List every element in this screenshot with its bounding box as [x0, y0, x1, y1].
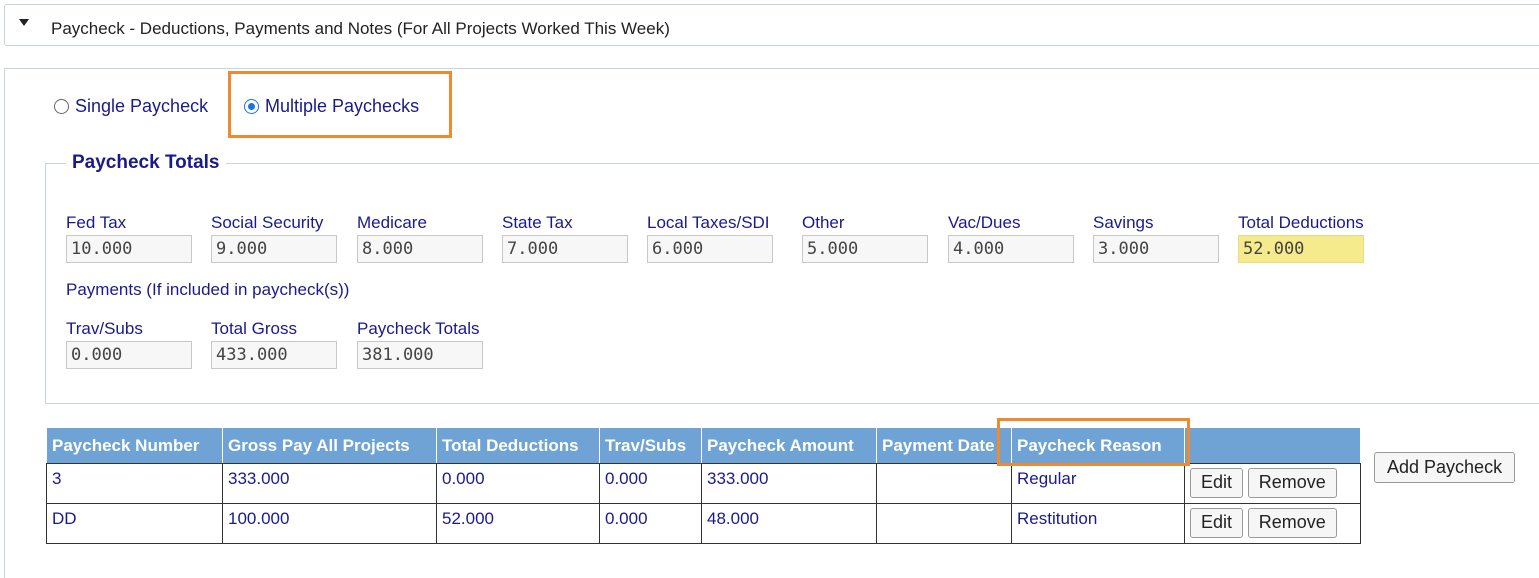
edit-button[interactable]: Edit — [1190, 508, 1244, 538]
local-taxes-label: Local Taxes/SDI — [647, 213, 770, 232]
multiple-paychecks-label: Multiple Paychecks — [265, 96, 420, 116]
radio-checked-icon[interactable] — [244, 99, 259, 114]
cell-trav-subs: 0.000 — [599, 463, 702, 504]
table-row: 3 333.000 0.000 0.000 333.000 Regular Ed… — [46, 463, 1361, 504]
multiple-paychecks-radio[interactable]: Multiple Paychecks — [244, 96, 419, 117]
table-row: DD 100.000 52.000 0.000 48.000 Restituti… — [46, 503, 1361, 544]
cell-trav-subs: 0.000 — [599, 503, 702, 544]
cell-actions: Edit Remove — [1184, 503, 1361, 544]
cell-gross-pay: 333.000 — [222, 463, 437, 504]
trav-subs-field: Trav/Subs — [66, 319, 192, 369]
cell-total-deductions: 52.000 — [436, 503, 600, 544]
social-security-label: Social Security — [211, 213, 324, 232]
total-gross-input[interactable] — [211, 341, 337, 369]
col-payment-date: Payment Date — [876, 427, 1012, 464]
remove-button[interactable]: Remove — [1247, 508, 1337, 538]
total-deductions-field: Total Deductions — [1238, 213, 1364, 263]
cell-paycheck-reason: Restitution — [1011, 503, 1185, 544]
radio-unchecked-icon[interactable] — [54, 99, 69, 114]
single-paycheck-label: Single Paycheck — [75, 96, 209, 116]
social-security-input[interactable] — [211, 235, 337, 263]
col-total-deductions: Total Deductions — [436, 427, 600, 464]
col-actions — [1184, 427, 1361, 464]
vac-dues-field: Vac/Dues — [948, 213, 1074, 263]
vac-dues-input[interactable] — [948, 235, 1074, 263]
other-field: Other — [802, 213, 928, 263]
fed-tax-field: Fed Tax — [66, 213, 192, 263]
total-gross-label: Total Gross — [211, 319, 297, 338]
savings-label: Savings — [1093, 213, 1154, 232]
local-taxes-input[interactable] — [647, 235, 773, 263]
section-header[interactable]: Paycheck - Deductions, Payments and Note… — [4, 4, 1539, 46]
col-gross-pay: Gross Pay All Projects — [222, 427, 437, 464]
paycheck-totals-label: Paycheck Totals — [357, 319, 480, 338]
add-paycheck-button[interactable]: Add Paycheck — [1374, 452, 1516, 483]
section-title: Paycheck - Deductions, Payments and Note… — [51, 19, 670, 38]
cell-paycheck-reason: Regular — [1011, 463, 1185, 504]
cell-actions: Edit Remove — [1184, 463, 1361, 504]
state-tax-input[interactable] — [502, 235, 628, 263]
cell-payment-date — [876, 463, 1012, 504]
total-deductions-label: Total Deductions — [1238, 213, 1364, 232]
vac-dues-label: Vac/Dues — [948, 213, 1021, 232]
cell-paycheck-amount: 333.000 — [701, 463, 877, 504]
paycheck-totals-legend: Paycheck Totals — [72, 152, 220, 173]
medicare-field: Medicare — [357, 213, 483, 263]
caret-down-icon[interactable] — [19, 19, 29, 26]
cell-gross-pay: 100.000 — [222, 503, 437, 544]
paychecks-table: Paycheck Number Gross Pay All Projects T… — [46, 427, 1361, 544]
paycheck-totals-input[interactable] — [357, 341, 483, 369]
col-paycheck-amount: Paycheck Amount — [701, 427, 877, 464]
trav-subs-input[interactable] — [66, 341, 192, 369]
state-tax-field: State Tax — [502, 213, 628, 263]
other-label: Other — [802, 213, 845, 232]
local-taxes-field: Local Taxes/SDI — [647, 213, 773, 263]
medicare-label: Medicare — [357, 213, 427, 232]
paycheck-totals-field: Paycheck Totals — [357, 319, 483, 369]
medicare-input[interactable] — [357, 235, 483, 263]
total-deductions-input[interactable] — [1238, 235, 1364, 263]
trav-subs-label: Trav/Subs — [66, 319, 143, 338]
payments-label: Payments (If included in paycheck(s)) — [66, 280, 350, 299]
edit-button[interactable]: Edit — [1190, 468, 1244, 498]
state-tax-label: State Tax — [502, 213, 573, 232]
savings-input[interactable] — [1093, 235, 1219, 263]
cell-total-deductions: 0.000 — [436, 463, 600, 504]
remove-button[interactable]: Remove — [1247, 468, 1337, 498]
fed-tax-input[interactable] — [66, 235, 192, 263]
total-gross-field: Total Gross — [211, 319, 337, 369]
cell-payment-date — [876, 503, 1012, 544]
savings-field: Savings — [1093, 213, 1219, 263]
fed-tax-label: Fed Tax — [66, 213, 127, 232]
table-header-row: Paycheck Number Gross Pay All Projects T… — [46, 427, 1361, 464]
other-input[interactable] — [802, 235, 928, 263]
col-paycheck-reason: Paycheck Reason — [1011, 427, 1185, 464]
col-trav-subs: Trav/Subs — [599, 427, 702, 464]
social-security-field: Social Security — [211, 213, 337, 263]
single-paycheck-radio[interactable]: Single Paycheck — [54, 96, 208, 117]
cell-paycheck-amount: 48.000 — [701, 503, 877, 544]
cell-paycheck-number: DD — [46, 503, 223, 544]
col-paycheck-number: Paycheck Number — [46, 427, 223, 464]
cell-paycheck-number: 3 — [46, 463, 223, 504]
